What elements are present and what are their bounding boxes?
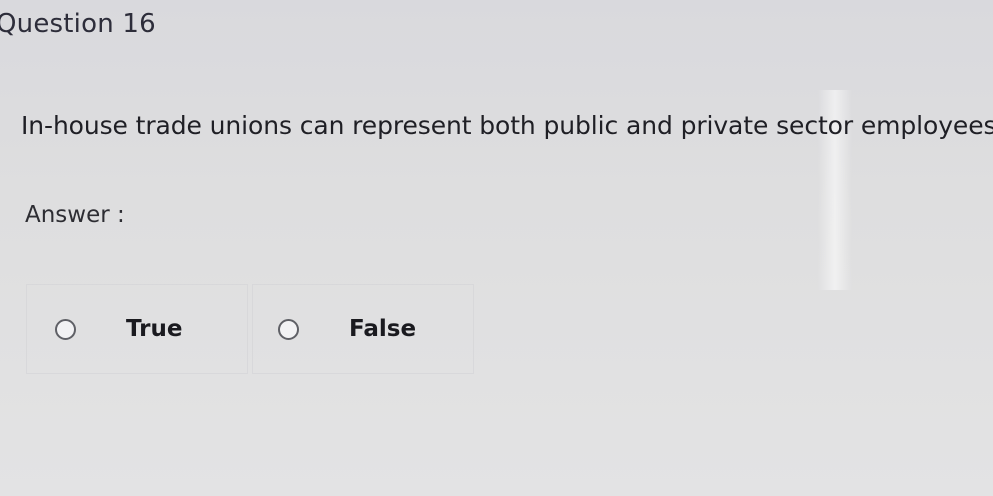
option-false[interactable]: False [252,284,474,374]
option-true[interactable]: True [26,284,248,374]
option-true-label[interactable]: True [126,316,182,342]
question-title: Question 16 [0,9,156,39]
answer-label: Answer : [25,202,125,228]
radio-button-true[interactable] [55,318,76,340]
option-false-label[interactable]: False [349,316,416,342]
radio-button-false[interactable] [278,318,299,340]
question-text: In-house trade unions can represent both… [21,111,993,140]
